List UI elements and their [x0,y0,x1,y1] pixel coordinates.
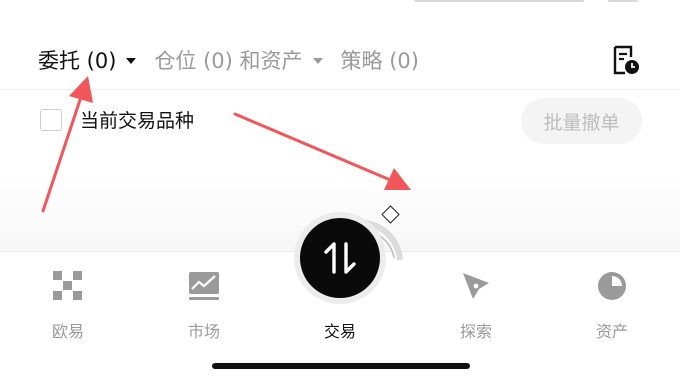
tab-positions-label: 仓位 (0) 和资产 [154,49,303,73]
tab-strategies-label: 策略 (0) [340,49,419,73]
nav-label-market: 市场 [187,322,220,341]
top-strip [0,0,680,8]
caret-down-icon [126,58,137,64]
market-chart-icon [186,268,222,304]
pie-chart-icon [594,268,630,304]
nav-item-explore[interactable]: 探索 [408,252,544,352]
home-indicator[interactable] [212,363,470,369]
batch-cancel-label: 批量撤单 [543,111,620,134]
compass-icon [458,268,494,304]
top-edge-element-right [608,0,638,2]
nav-item-okx[interactable]: 欧易 [0,252,136,352]
nav-label-explore: 探索 [459,322,492,341]
order-tabs: 委托 (0) 仓位 (0) 和资产 策略 (0) [38,40,437,80]
current-instrument-filter: 当前交易品种 [40,106,194,133]
current-instrument-checkbox[interactable] [40,108,62,131]
trade-arrows-icon [324,242,356,274]
top-edge-element [414,0,584,2]
nav-label-okx: 欧易 [51,322,84,341]
nav-label-assets: 资产 [595,322,628,341]
nav-item-market[interactable]: 市场 [136,252,272,352]
current-instrument-label[interactable]: 当前交易品种 [80,106,194,133]
nav-item-assets[interactable]: 资产 [544,252,680,352]
tab-orders[interactable]: 委托 (0) [38,45,137,75]
nav-label-trade: 交易 [323,322,356,341]
okx-logo-icon [50,268,86,304]
caret-down-icon [312,58,323,64]
trade-button[interactable] [300,218,380,298]
tab-strategies[interactable]: 策略 (0) [341,45,419,75]
tab-positions-assets[interactable]: 仓位 (0) 和资产 [154,45,323,75]
order-history-icon[interactable] [610,44,642,76]
batch-cancel-button[interactable]: 批量撤单 [521,98,642,144]
divider [0,89,680,90]
tab-orders-label: 委托 (0) [38,49,117,73]
